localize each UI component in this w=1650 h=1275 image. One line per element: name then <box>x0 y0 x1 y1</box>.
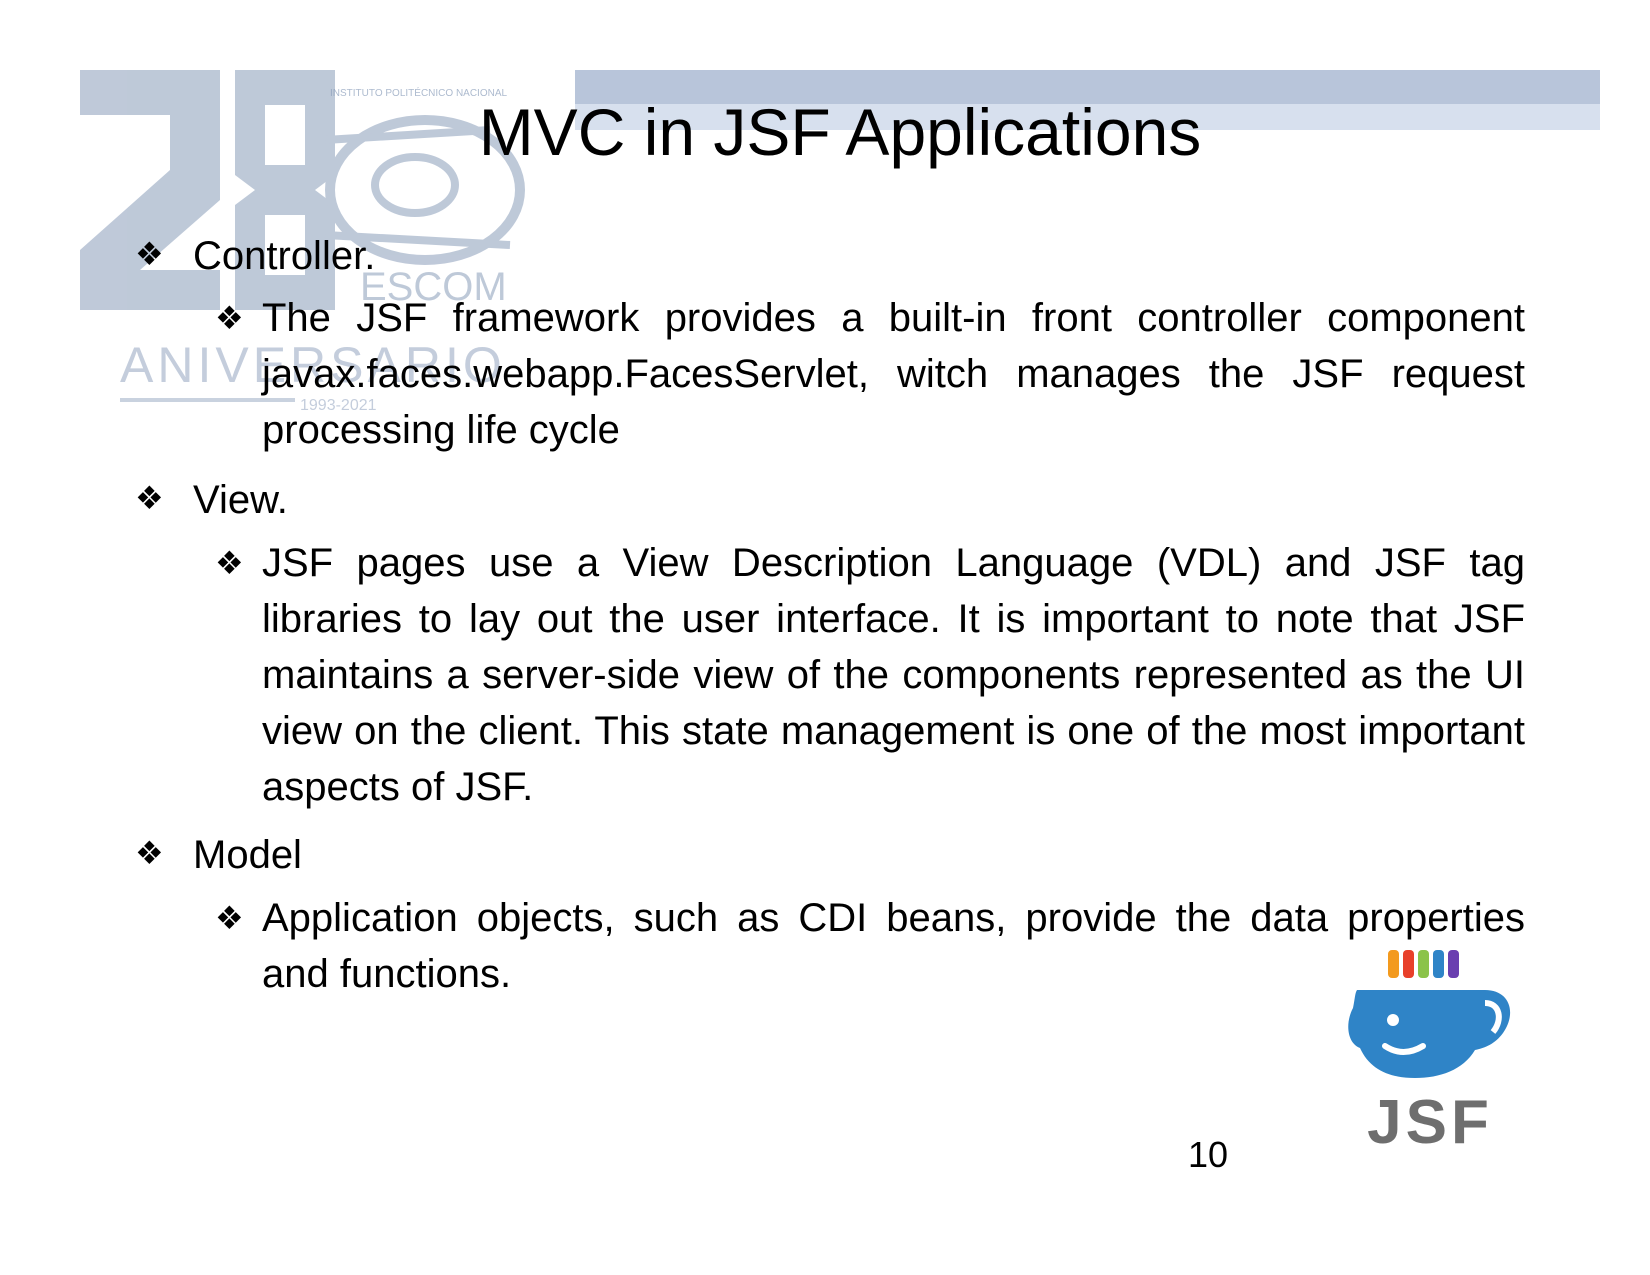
bullet-label: Model <box>193 833 302 877</box>
diamond-bullet-icon: ❖ <box>215 545 244 581</box>
bullet-label: View. <box>193 478 288 522</box>
bullet-controller: ❖ Controller. <box>135 226 1535 284</box>
sub-bullet-text: Application objects, such as CDI beans, … <box>262 896 1525 996</box>
diamond-bullet-icon: ❖ <box>135 835 164 871</box>
bullet-view: ❖ View. <box>135 470 1535 528</box>
bullet-model: ❖ Model <box>135 825 1535 883</box>
page-number: 10 <box>1188 1134 1229 1175</box>
sub-bullet-controller: ❖ The JSF framework provides a built-in … <box>215 290 1525 458</box>
bullet-label: Controller. <box>193 234 376 278</box>
diamond-bullet-icon: ❖ <box>215 300 244 336</box>
slide-title: MVC in JSF Applications <box>478 95 1202 169</box>
diamond-bullet-icon: ❖ <box>135 236 164 272</box>
jsf-logo-icon: JSF <box>1348 950 1511 1148</box>
sub-bullet-view: ❖ JSF pages use a View Description Langu… <box>215 535 1525 815</box>
logo-text: JSF <box>1367 1088 1493 1148</box>
diamond-bullet-icon: ❖ <box>135 480 164 516</box>
diamond-bullet-icon: ❖ <box>215 900 244 936</box>
sub-bullet-text: JSF pages use a View Description Languag… <box>262 541 1525 809</box>
sub-bullet-text: The JSF framework provides a built-in fr… <box>262 296 1525 452</box>
sub-bullet-model: ❖ Application objects, such as CDI beans… <box>215 890 1525 1002</box>
